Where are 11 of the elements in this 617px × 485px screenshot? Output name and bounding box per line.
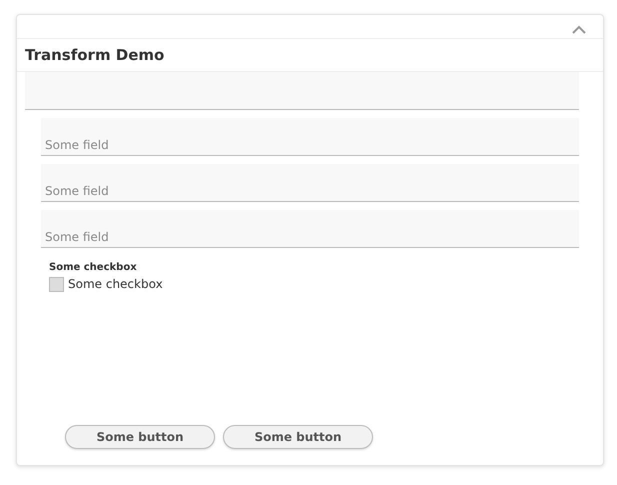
checkbox-heading: Some checkbox (49, 261, 138, 275)
chevron-icon (572, 24, 586, 34)
input-field[interactable]: Some field (41, 164, 579, 202)
action-button[interactable]: Some button (65, 425, 215, 449)
input-field[interactable]: Some field (41, 210, 579, 248)
input-field[interactable]: Some field (41, 118, 579, 156)
checkbox[interactable] (49, 276, 64, 292)
input-field[interactable] (25, 72, 579, 110)
action-button[interactable]: Some button (223, 425, 373, 449)
panel-title: Transform Demo (25, 46, 164, 64)
checkbox-label: Some checkbox (68, 276, 163, 293)
